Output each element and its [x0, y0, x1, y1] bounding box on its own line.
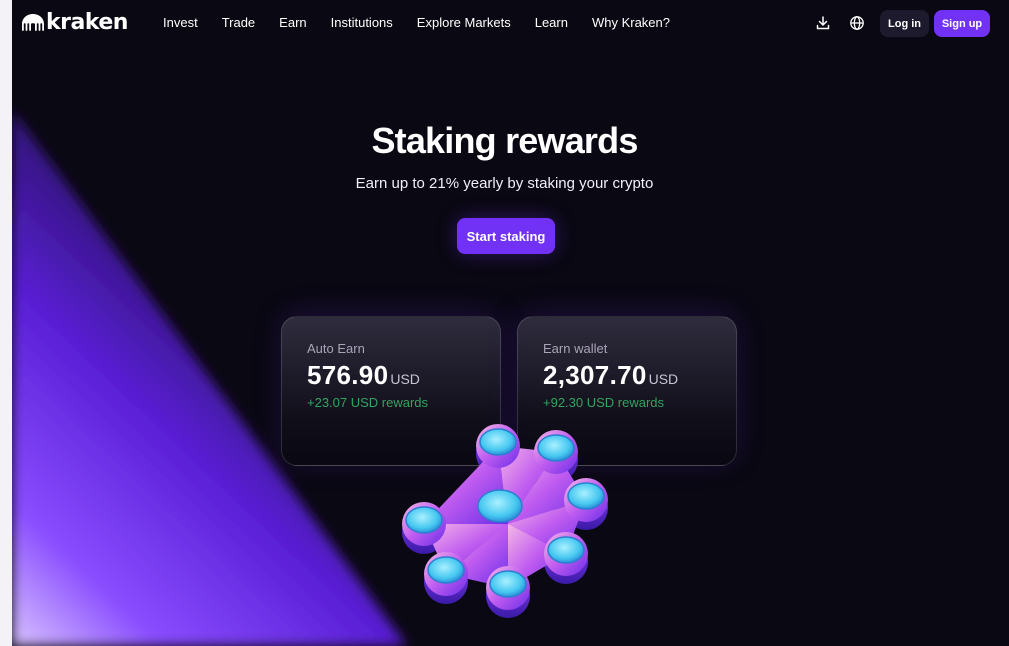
card-balance: 576.90 USD — [307, 360, 500, 391]
signup-button[interactable]: Sign up — [934, 10, 990, 37]
nav-icons — [815, 15, 865, 31]
card-amount: 576.90 — [307, 360, 389, 390]
nav-links: Invest Trade Earn Institutions Explore M… — [163, 15, 694, 30]
brand-name: kraken — [46, 10, 128, 35]
card-balance: 2,307.70 USD — [543, 360, 736, 391]
nav-link-institutions[interactable]: Institutions — [331, 15, 393, 30]
nav-link-explore-markets[interactable]: Explore Markets — [417, 15, 511, 30]
nav-link-learn[interactable]: Learn — [535, 15, 568, 30]
top-navigation: kraken Invest Trade Earn Institutions Ex… — [0, 0, 1009, 46]
download-icon[interactable] — [815, 15, 831, 31]
card-label: Earn wallet — [543, 341, 608, 356]
kraken-logo[interactable]: kraken — [22, 12, 128, 34]
nav-link-earn[interactable]: Earn — [279, 15, 306, 30]
globe-icon[interactable] — [849, 15, 865, 31]
hero-title: Staking rewards — [371, 120, 638, 161]
card-rewards: +23.07 USD rewards — [307, 395, 429, 410]
card-label: Auto Earn — [307, 341, 365, 356]
hero-subtitle: Earn up to 21% yearly by staking your cr… — [355, 175, 654, 192]
staking-illustration — [402, 424, 608, 618]
card-currency: USD — [390, 371, 420, 387]
card-currency: USD — [648, 371, 679, 387]
nav-link-trade[interactable]: Trade — [222, 15, 255, 30]
nav-link-why-kraken[interactable]: Why Kraken? — [592, 15, 670, 30]
card-rewards: +92.30 USD rewards — [543, 395, 665, 410]
page: kraken Invest Trade Earn Institutions Ex… — [0, 0, 1009, 646]
card-amount: 2,307.70 — [543, 360, 647, 390]
kraken-logo-icon — [22, 14, 44, 31]
login-button[interactable]: Log in — [880, 10, 929, 37]
nav-link-invest[interactable]: Invest — [163, 15, 198, 30]
left-edge — [0, 0, 12, 646]
start-staking-button[interactable]: Start staking — [457, 218, 555, 254]
